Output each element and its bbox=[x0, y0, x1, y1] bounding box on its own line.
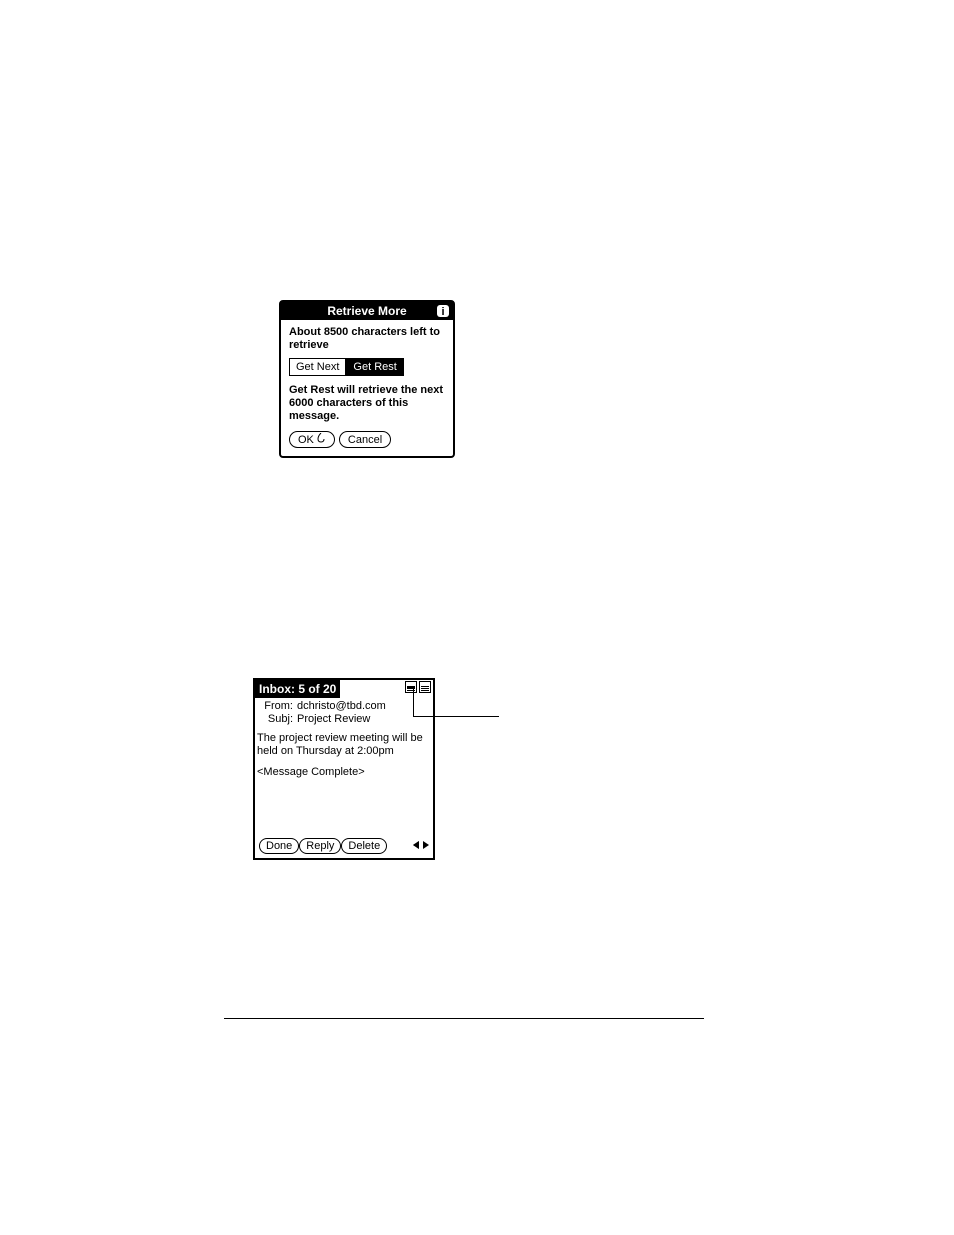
dialog-title: Retrieve More bbox=[327, 304, 406, 318]
enter-icon bbox=[316, 433, 326, 446]
retrieve-more-dialog: Retrieve More i About 8500 characters le… bbox=[279, 300, 455, 458]
chars-left-text: About 8500 characters left to retrieve bbox=[289, 326, 445, 352]
subj-value: Project Review bbox=[297, 713, 370, 726]
inbox-title: Inbox: 5 of 20 bbox=[255, 680, 340, 698]
delete-button[interactable]: Delete bbox=[341, 838, 387, 854]
message-complete: <Message Complete> bbox=[257, 766, 431, 779]
from-label: From: bbox=[257, 700, 293, 713]
get-segment: Get Next Get Rest bbox=[289, 358, 445, 376]
from-value: dchristo@tbd.com bbox=[297, 700, 386, 713]
dialog-titlebar: Retrieve More i bbox=[281, 302, 453, 320]
message-screen: Inbox: 5 of 20 From: dchristo@tbd.com Su… bbox=[253, 678, 435, 860]
prev-next-icon[interactable] bbox=[413, 839, 429, 854]
cancel-button[interactable]: Cancel bbox=[339, 431, 391, 448]
get-next-button[interactable]: Get Next bbox=[289, 358, 346, 376]
subj-label: Subj: bbox=[257, 713, 293, 726]
from-row: From: dchristo@tbd.com bbox=[257, 700, 431, 713]
done-button[interactable]: Done bbox=[259, 838, 299, 854]
svg-text:i: i bbox=[441, 306, 444, 318]
callout-line bbox=[413, 688, 499, 717]
ok-button[interactable]: OK bbox=[289, 431, 335, 448]
subj-row: Subj: Project Review bbox=[257, 713, 431, 726]
message-titlebar: Inbox: 5 of 20 bbox=[255, 680, 433, 698]
ok-label: OK bbox=[298, 434, 314, 446]
reply-button[interactable]: Reply bbox=[299, 838, 341, 854]
hint-text: Get Rest will retrieve the next 6000 cha… bbox=[289, 384, 445, 423]
get-rest-button[interactable]: Get Rest bbox=[346, 358, 403, 376]
message-body: The project review meeting will be held … bbox=[257, 732, 431, 758]
page-rule bbox=[224, 1018, 704, 1019]
info-icon[interactable]: i bbox=[436, 304, 450, 318]
